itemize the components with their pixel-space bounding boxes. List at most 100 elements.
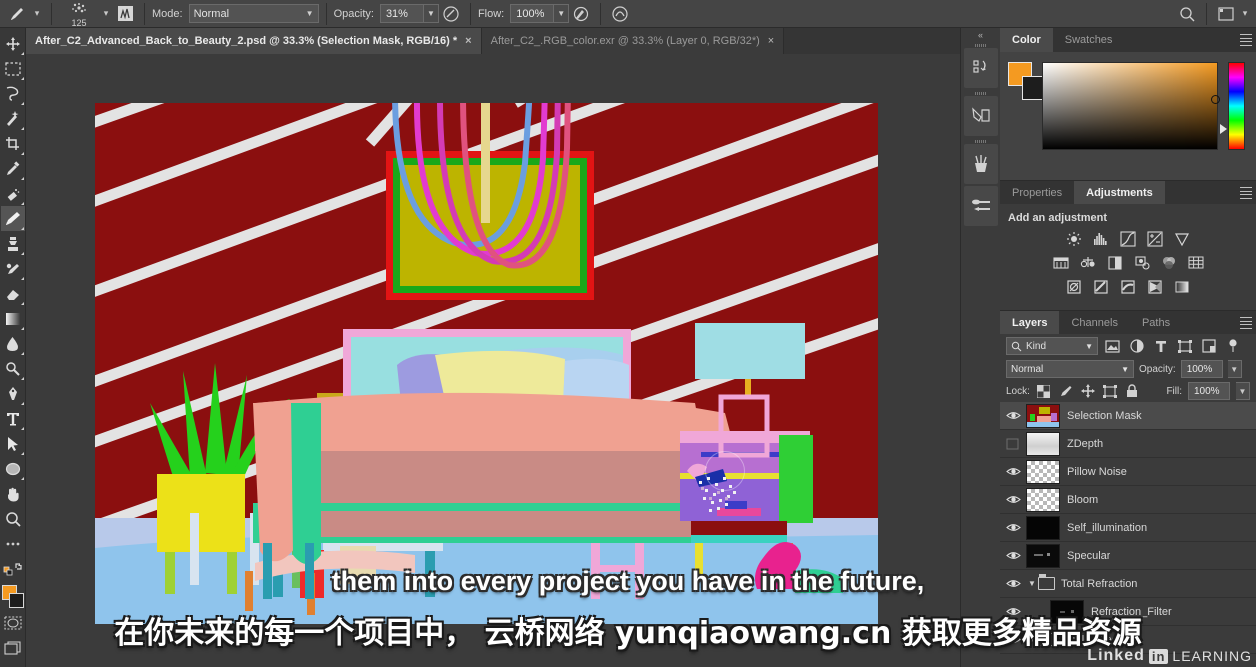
tab-channels[interactable]: Channels: [1059, 311, 1129, 334]
opacity-input[interactable]: 31%: [379, 4, 424, 23]
table-row[interactable]: Bloom: [1000, 486, 1256, 514]
brushes-panel-button[interactable]: [963, 144, 998, 184]
tab-paths[interactable]: Paths: [1130, 311, 1182, 334]
flow-input[interactable]: 100%: [510, 4, 555, 23]
layer-visibility-eye-icon[interactable]: [1000, 402, 1026, 430]
layer-opacity-input[interactable]: 100%: [1180, 360, 1223, 378]
layer-thumbnail[interactable]: [1026, 515, 1060, 540]
black-white-icon[interactable]: [1106, 254, 1124, 272]
gradient-tool[interactable]: [1, 306, 25, 331]
tab-properties[interactable]: Properties: [1000, 181, 1074, 204]
tab-swatches[interactable]: Swatches: [1053, 28, 1125, 52]
channel-mixer-icon[interactable]: [1160, 254, 1178, 272]
color-lookup-grid-icon[interactable]: [1187, 254, 1205, 272]
close-icon[interactable]: ×: [768, 35, 774, 47]
crop-tool[interactable]: [1, 131, 25, 156]
layer-thumbnail[interactable]: [1050, 599, 1084, 624]
blur-tool[interactable]: [1, 331, 25, 356]
filter-toggle-icon[interactable]: [1223, 337, 1242, 356]
layer-filter-kind-select[interactable]: Kind ▼: [1006, 337, 1098, 355]
opacity-chevron-icon[interactable]: ▼: [423, 4, 439, 23]
smoothing-icon[interactable]: [608, 2, 632, 26]
panel-menu-icon[interactable]: [1240, 317, 1252, 329]
filter-smart-objects-icon[interactable]: [1199, 337, 1218, 356]
zoom-tool[interactable]: [1, 506, 25, 531]
collapse-panels-icon[interactable]: «: [961, 28, 1001, 42]
group-expand-chevron-icon[interactable]: ▼: [1026, 635, 1038, 644]
table-row[interactable]: ZDepth: [1000, 430, 1256, 458]
document-tab[interactable]: After_C2_.RGB_color.exr @ 33.3% (Layer 0…: [481, 28, 785, 54]
layer-name[interactable]: Total_reflection: [1061, 634, 1135, 646]
filter-type-layers-icon[interactable]: [1151, 337, 1170, 356]
filter-shape-layers-icon[interactable]: [1175, 337, 1194, 356]
layer-name[interactable]: Self_illumination: [1067, 522, 1147, 534]
quick-mask-button[interactable]: [1, 610, 25, 635]
ellipse-tool[interactable]: [1, 456, 25, 481]
airbrush-icon[interactable]: [569, 2, 593, 26]
layer-fill-chevron-icon[interactable]: ▼: [1236, 382, 1250, 400]
layer-thumbnail[interactable]: [1026, 431, 1060, 456]
dodge-tool[interactable]: [1, 356, 25, 381]
artboard[interactable]: [95, 103, 878, 624]
move-tool[interactable]: [1, 31, 25, 56]
layer-fill-input[interactable]: 100%: [1188, 382, 1230, 400]
panel-menu-icon[interactable]: [1240, 187, 1252, 199]
panel-menu-icon[interactable]: [1240, 34, 1252, 46]
edit-toolbar-button[interactable]: [1, 531, 25, 556]
spot-healing-brush-tool[interactable]: [1, 181, 25, 206]
brush-settings-panel-button[interactable]: [963, 96, 998, 136]
color-balance-icon[interactable]: [1079, 254, 1097, 272]
layer-name[interactable]: Specular: [1067, 550, 1110, 562]
lock-position-icon[interactable]: [1080, 383, 1096, 399]
eyedropper-tool[interactable]: [1, 156, 25, 181]
pen-tool[interactable]: [1, 381, 25, 406]
pressure-opacity-icon[interactable]: [439, 2, 463, 26]
selective-color-icon[interactable]: [1146, 278, 1164, 296]
layer-name[interactable]: Total Refraction: [1061, 578, 1137, 590]
table-row[interactable]: Pillow Noise: [1000, 458, 1256, 486]
photo-filter-icon[interactable]: [1133, 254, 1151, 272]
brush-settings-panel-icon[interactable]: [113, 2, 137, 26]
hand-tool[interactable]: [1, 481, 25, 506]
history-brush-tool[interactable]: [1, 256, 25, 281]
layer-name[interactable]: Bloom: [1067, 494, 1098, 506]
table-row[interactable]: ▼ Total_reflection: [1000, 626, 1256, 654]
document-tab-active[interactable]: After_C2_Advanced_Back_to_Beauty_2.psd @…: [26, 28, 482, 54]
brush-preset-chevron-icon[interactable]: ▾: [30, 3, 44, 25]
close-icon[interactable]: ×: [465, 35, 471, 47]
color-panel-swatches[interactable]: [1008, 62, 1046, 100]
tab-adjustments[interactable]: Adjustments: [1074, 181, 1165, 204]
lock-transparent-pixels-icon[interactable]: [1036, 383, 1052, 399]
brush-tool[interactable]: [0, 206, 25, 231]
eraser-tool[interactable]: [1, 281, 25, 306]
workspace-chevron-icon[interactable]: ▾: [1238, 3, 1252, 25]
layer-visibility-eye-icon[interactable]: [1000, 514, 1026, 542]
layer-name[interactable]: Selection Mask: [1067, 410, 1142, 422]
levels-icon[interactable]: [1092, 230, 1110, 248]
default-and-swap-colors[interactable]: [1, 556, 25, 581]
vibrance-triangle-icon[interactable]: [1173, 230, 1191, 248]
gradient-map-icon[interactable]: [1173, 278, 1191, 296]
tab-layers[interactable]: Layers: [1000, 311, 1060, 334]
lock-artboard-nesting-icon[interactable]: [1102, 383, 1118, 399]
table-row[interactable]: Self_illumination: [1000, 514, 1256, 542]
layer-visibility-eye-icon[interactable]: [1000, 458, 1026, 486]
workspace-switcher-icon[interactable]: [1214, 2, 1238, 26]
table-row[interactable]: Refraction_Filter: [1000, 598, 1256, 626]
layer-name[interactable]: Refraction_Filter: [1091, 606, 1172, 618]
search-icon[interactable]: [1175, 2, 1199, 26]
group-expand-chevron-icon[interactable]: ▼: [1026, 579, 1038, 588]
threshold-icon[interactable]: [1119, 278, 1137, 296]
table-row[interactable]: Selection Mask: [1000, 402, 1256, 430]
type-tool[interactable]: [1, 406, 25, 431]
color-field[interactable]: [1042, 62, 1220, 150]
quick-selection-tool[interactable]: [1, 106, 25, 131]
path-selection-tool[interactable]: [1, 431, 25, 456]
layer-thumbnail[interactable]: [1026, 543, 1060, 568]
foreground-background-color-swatches[interactable]: [1, 584, 25, 610]
layer-blend-mode-select[interactable]: Normal ▼: [1006, 360, 1134, 378]
layer-visibility-eye-icon[interactable]: [1000, 570, 1026, 598]
brightness-icon[interactable]: [1065, 230, 1083, 248]
filter-pixel-layers-icon[interactable]: [1103, 337, 1122, 356]
rectangular-marquee-tool[interactable]: [1, 56, 25, 81]
